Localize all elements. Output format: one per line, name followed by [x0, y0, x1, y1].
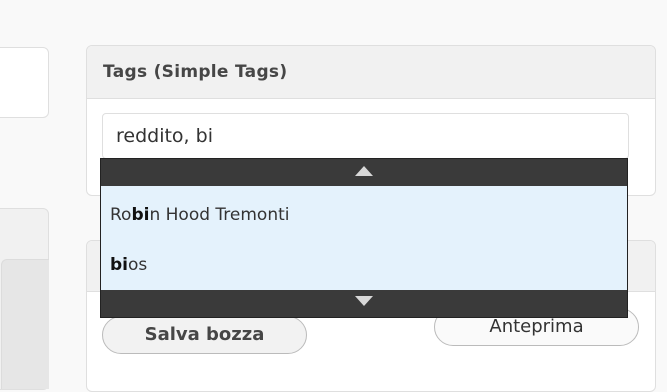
left-panel-bottom: [0, 208, 49, 390]
dropdown-scroll-down[interactable]: [101, 290, 627, 317]
suggestion-match: bi: [110, 255, 128, 275]
left-panel-top: [0, 47, 49, 118]
save-draft-button[interactable]: Salva bozza: [102, 316, 307, 354]
suggestion-item[interactable]: Robin Hood Tremonti: [101, 189, 627, 241]
tag-suggestions-dropdown: Robin Hood Tremonti bios: [100, 158, 628, 318]
suggestion-item[interactable]: bios: [101, 239, 627, 291]
tags-panel-header[interactable]: Tags (Simple Tags): [87, 46, 655, 99]
suggestion-text: os: [128, 255, 148, 275]
suggestion-match: bi: [131, 205, 150, 225]
tags-input[interactable]: reddito, bi: [102, 113, 629, 159]
left-panel-inner: [1, 259, 49, 389]
dropdown-scroll-up[interactable]: [101, 159, 627, 186]
suggestion-text: Ro: [110, 205, 132, 225]
chevron-down-icon: [355, 296, 373, 306]
tags-panel-title: Tags (Simple Tags): [103, 62, 288, 82]
suggestion-text: n Hood Tremonti: [149, 205, 290, 225]
chevron-up-icon: [355, 166, 373, 176]
